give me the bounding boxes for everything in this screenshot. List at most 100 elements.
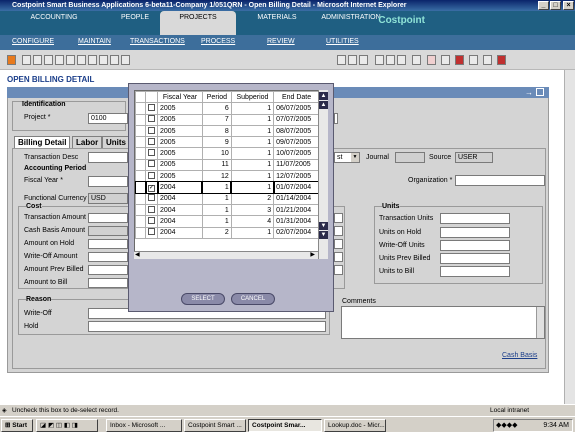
toolbar-icon[interactable] [121, 55, 130, 65]
transaction-desc-field[interactable] [88, 152, 128, 163]
new-record-icon[interactable] [7, 55, 16, 65]
select-checkbox[interactable] [145, 170, 158, 183]
toolbar-icon[interactable] [33, 55, 42, 65]
cost-field-right[interactable] [334, 252, 343, 262]
checkbox-icon[interactable] [148, 228, 155, 236]
toolbar-icon[interactable] [359, 55, 368, 65]
cost-field-right[interactable] [334, 213, 343, 223]
select-checkbox[interactable] [145, 226, 158, 239]
hold-reason-field[interactable] [88, 321, 326, 332]
menu-review[interactable]: REVIEW [267, 38, 295, 45]
stop-icon[interactable] [455, 55, 464, 65]
units-on-hold-field[interactable] [440, 227, 510, 238]
toolbar-icon[interactable] [99, 55, 108, 65]
menu-utilities[interactable]: UTILITIES [326, 38, 359, 45]
scroll-top-icon[interactable]: ▲ [319, 92, 328, 100]
amount-on-hold-field[interactable] [88, 239, 128, 249]
select-checkbox[interactable] [145, 215, 158, 228]
toolbar-icon[interactable] [55, 55, 64, 65]
comments-scrollbar[interactable] [536, 307, 544, 338]
task-lookup-doc[interactable]: Lookup.doc - Micr... [324, 419, 386, 432]
transaction-amount-field[interactable] [88, 213, 128, 223]
menu-process[interactable]: PROCESS [201, 38, 235, 45]
select-checkbox[interactable] [145, 136, 158, 149]
transaction-units-field[interactable] [440, 213, 510, 224]
column-header-end-date[interactable]: End Date [273, 91, 320, 104]
scroll-bottom-icon[interactable]: ▼ [319, 231, 328, 239]
lookup-row[interactable]: 2004 2 1 02/07/2004 [135, 226, 320, 239]
toolbar-icon[interactable] [88, 55, 97, 65]
start-button[interactable]: ⊞ Start [1, 419, 33, 432]
toolbar-icon[interactable] [386, 55, 395, 65]
source-combo[interactable]: st ▼ [334, 152, 360, 163]
write-off-amount-field[interactable] [88, 252, 128, 262]
module-projects[interactable]: PROJECTS [160, 11, 236, 35]
checkbox-icon[interactable] [148, 115, 155, 123]
tray-icons[interactable]: ◆◆◆◆ [496, 420, 518, 431]
menu-maintain[interactable]: MAINTAIN [78, 38, 111, 45]
checkbox-icon[interactable] [148, 205, 155, 213]
select-button[interactable]: SELECT [181, 293, 225, 305]
select-checkbox[interactable] [145, 158, 158, 172]
toolbar-icon[interactable] [77, 55, 86, 65]
toolbar-icon[interactable] [441, 55, 450, 65]
toolbar-icon[interactable] [66, 55, 75, 65]
lookup-horizontal-scrollbar[interactable]: ◀ ▶ [134, 251, 318, 259]
cost-field-right[interactable] [334, 226, 343, 236]
chevron-down-icon[interactable]: ▼ [351, 153, 359, 162]
menu-transactions[interactable]: TRANSACTIONS [130, 38, 185, 45]
quick-launch-icons[interactable]: ◪ ◩ ◫ ◧ ◨ [40, 422, 78, 429]
close-button[interactable]: × [563, 1, 574, 10]
lookup-row[interactable]: 2004 1 3 01/21/2004 [135, 203, 320, 217]
lookup-row[interactable]: ✓ 2004 1 1 01/07/2004 [135, 180, 321, 195]
organization-field[interactable] [455, 175, 545, 186]
toolbar-icon[interactable] [375, 55, 384, 65]
module-accounting[interactable]: ACCOUNTING [24, 11, 84, 35]
lookup-row[interactable]: 2005 6 1 06/07/2005 [135, 102, 320, 115]
maximize-form-icon[interactable] [536, 88, 544, 96]
comments-field[interactable] [341, 306, 545, 339]
amount-to-bill-field[interactable] [88, 278, 128, 288]
toolbar-icon[interactable] [337, 55, 346, 65]
close-form-icon[interactable] [497, 55, 506, 65]
tab-labor[interactable]: Labor [72, 136, 103, 148]
toolbar-icon[interactable] [44, 55, 53, 65]
select-checkbox[interactable] [145, 203, 158, 217]
units-to-bill-field[interactable] [440, 266, 510, 277]
toolbar-icon[interactable] [110, 55, 119, 65]
toolbar-icon[interactable] [469, 55, 478, 65]
menu-configure[interactable]: CONFIGURE [12, 38, 54, 45]
lookup-row[interactable]: 2005 12 1 12/07/2005 [135, 170, 320, 183]
lookup-row[interactable]: 2004 1 2 01/14/2004 [135, 192, 320, 205]
toolbar-icon[interactable] [397, 55, 406, 65]
amount-prev-billed-field[interactable] [88, 265, 128, 275]
minimize-button[interactable]: _ [538, 1, 549, 10]
toolbar-icon[interactable] [22, 55, 31, 65]
module-people[interactable]: PEOPLE [110, 11, 160, 35]
checkbox-icon[interactable] [148, 216, 155, 224]
project-name-field[interactable] [334, 113, 338, 124]
cost-field-right[interactable] [334, 265, 343, 275]
page-scrollbar[interactable] [564, 70, 575, 404]
column-header-fiscal-year[interactable]: Fiscal Year [157, 91, 203, 104]
lookup-row[interactable]: 2005 7 1 07/07/2005 [135, 113, 320, 126]
checkbox-icon[interactable] [148, 149, 155, 157]
checkbox-icon[interactable] [148, 171, 155, 179]
task-costpoint-1[interactable]: Costpoint Smart ... [184, 419, 246, 432]
lookup-row[interactable]: 2005 9 1 09/07/2005 [135, 136, 320, 149]
scroll-right-icon[interactable]: ▶ [310, 251, 315, 258]
column-header-period[interactable]: Period [201, 91, 232, 104]
units-prev-billed-field[interactable] [440, 253, 510, 264]
lookup-row[interactable]: 2004 1 4 01/31/2004 [135, 215, 320, 228]
cancel-button[interactable]: CANCEL [231, 293, 275, 305]
cost-field-right[interactable] [334, 239, 343, 249]
arrow-right-icon[interactable]: → [525, 88, 533, 97]
scroll-up-icon[interactable]: ▲ [319, 101, 328, 109]
delete-icon[interactable] [427, 55, 436, 65]
select-checkbox[interactable] [145, 192, 158, 205]
maximize-button[interactable]: □ [550, 1, 561, 10]
checkbox-icon[interactable] [148, 194, 155, 202]
project-field[interactable]: 0100 [88, 113, 128, 124]
toolbar-icon[interactable] [412, 55, 421, 65]
tab-billing-detail[interactable]: Billing Detail [14, 136, 71, 148]
